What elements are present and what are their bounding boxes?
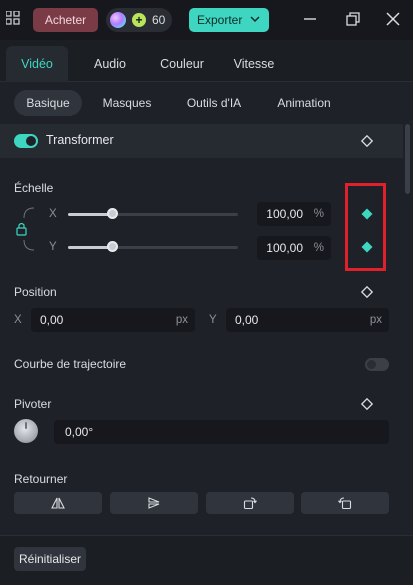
- flip-horizontal-icon: [51, 497, 65, 509]
- position-x-value: 0,00: [40, 313, 64, 327]
- rotate-field[interactable]: 0,00°: [54, 420, 389, 444]
- transform-toggle[interactable]: [14, 134, 38, 148]
- flip-vertical-button[interactable]: [110, 492, 198, 514]
- subtab-bar: Basique Masques Outils d'IA Animation: [0, 82, 413, 120]
- scale-y-slider-fill: [68, 246, 113, 249]
- position-x-unit: px: [175, 314, 188, 326]
- tab-audio[interactable]: Audio: [80, 46, 140, 82]
- position-y-axis-label: Y: [209, 314, 217, 326]
- top-bar: Acheter + 60 Exporter: [0, 0, 413, 40]
- export-label: Exporter: [197, 13, 243, 27]
- flip-horizontal-button[interactable]: [14, 492, 102, 514]
- rotate-value: 0,00°: [65, 425, 94, 439]
- position-label: Position: [14, 285, 57, 299]
- credits-count: 60: [152, 13, 166, 27]
- chevron-down-icon: [250, 16, 260, 23]
- scale-label: Échelle: [14, 181, 54, 195]
- export-button[interactable]: Exporter: [189, 8, 269, 32]
- subtab-ai-tools[interactable]: Outils d'IA: [176, 90, 252, 116]
- scrollbar-thumb[interactable]: [405, 124, 410, 194]
- position-keyframe-icon[interactable]: [361, 286, 373, 298]
- tab-video[interactable]: Vidéo: [6, 46, 68, 82]
- restore-icon[interactable]: [346, 12, 360, 26]
- panel-footer: Réinitialiser: [0, 535, 413, 585]
- scale-y-unit: %: [313, 242, 324, 254]
- minimize-icon[interactable]: [303, 12, 317, 26]
- tab-bar: Vidéo Audio Couleur Vitesse: [0, 40, 413, 82]
- rotate-clockwise-button[interactable]: [206, 492, 294, 514]
- subtab-animation[interactable]: Animation: [266, 90, 342, 116]
- keyframe-diamond-icon[interactable]: [361, 135, 373, 147]
- subtab-basic[interactable]: Basique: [14, 90, 82, 116]
- scale-link-lock-icon[interactable]: [14, 206, 40, 252]
- add-credits-icon: +: [132, 13, 146, 27]
- scale-y-slider-thumb[interactable]: [106, 241, 118, 252]
- scale-x-axis-label: X: [49, 208, 57, 220]
- position-x-axis-label: X: [14, 314, 22, 326]
- panel-scrollbar[interactable]: [403, 124, 413, 535]
- tab-speed[interactable]: Vitesse: [224, 46, 284, 82]
- scale-x-field[interactable]: 100,00 %: [257, 202, 331, 226]
- transform-title: Transformer: [46, 133, 114, 147]
- reset-button[interactable]: Réinitialiser: [14, 547, 86, 571]
- scale-y-field[interactable]: 100,00 %: [257, 236, 331, 260]
- rotate-clockwise-icon: [243, 497, 257, 510]
- buy-button[interactable]: Acheter: [33, 8, 98, 32]
- rotate-label: Pivoter: [14, 397, 52, 411]
- rotate-keyframe-icon[interactable]: [361, 398, 373, 410]
- trajectory-label: Courbe de trajectoire: [14, 357, 127, 371]
- apps-grid-icon[interactable]: [6, 11, 20, 25]
- position-x-field[interactable]: 0,00 px: [31, 308, 195, 332]
- scale-y-value: 100,00: [266, 241, 303, 255]
- properties-panel: Vidéo Audio Couleur Vitesse Basique Masq…: [0, 40, 413, 585]
- tab-color[interactable]: Couleur: [150, 46, 214, 82]
- scale-x-slider-thumb[interactable]: [106, 208, 118, 219]
- rotate-counterclockwise-button[interactable]: [301, 492, 389, 514]
- scale-x-slider-fill: [68, 213, 113, 216]
- credits-badge[interactable]: + 60: [106, 8, 172, 32]
- position-y-field[interactable]: 0,00 px: [226, 308, 389, 332]
- trajectory-toggle[interactable]: [365, 358, 389, 371]
- keyframe-highlight-box: [345, 183, 386, 271]
- scale-x-value: 100,00: [266, 207, 303, 221]
- flip-label: Retourner: [14, 472, 68, 486]
- close-icon[interactable]: [386, 12, 400, 26]
- transform-section-header: Transformer: [0, 124, 403, 158]
- scale-y-axis-label: Y: [49, 241, 57, 253]
- position-y-unit: px: [369, 314, 382, 326]
- rotate-dial[interactable]: [14, 419, 38, 443]
- rotate-counterclockwise-icon: [338, 497, 352, 510]
- flip-vertical-icon: [148, 497, 160, 509]
- scale-x-unit: %: [313, 208, 324, 220]
- subtab-masks[interactable]: Masques: [94, 90, 160, 116]
- ai-orb-icon: [110, 12, 126, 28]
- position-y-value: 0,00: [235, 313, 259, 327]
